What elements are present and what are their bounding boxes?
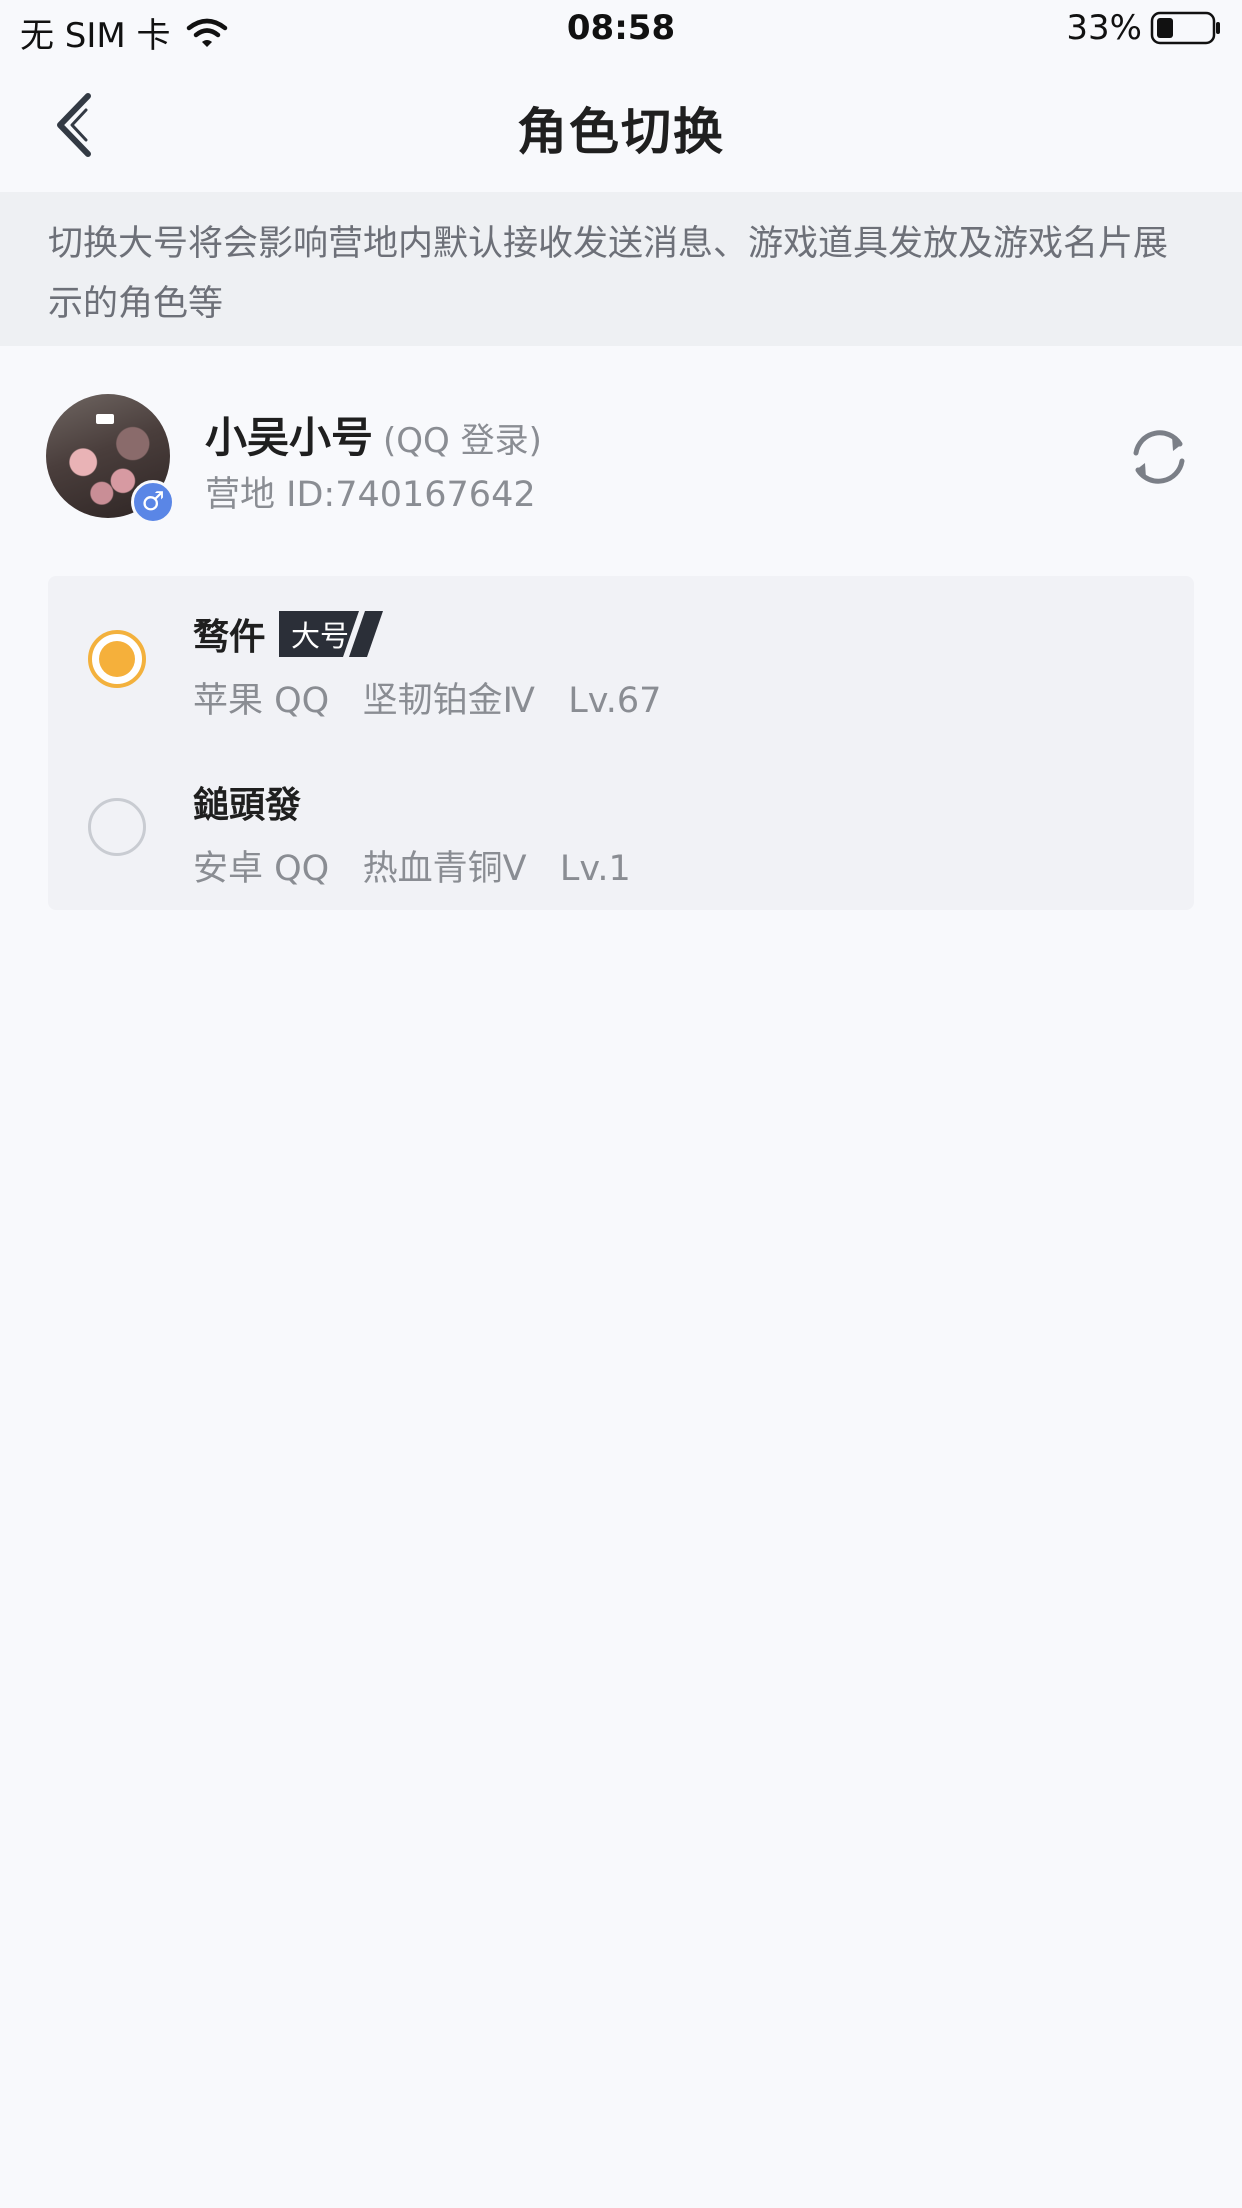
- page-title: 角色切换: [517, 103, 725, 161]
- badge-label: 大号: [291, 619, 350, 653]
- role-name-row: 鎚頭發: [193, 776, 301, 828]
- account-name-row: 小吴小号 (QQ 登录): [205, 404, 542, 465]
- avatar-decoration: [96, 414, 114, 424]
- status-right: 33%: [1066, 8, 1222, 48]
- male-gender-icon: ♂: [131, 480, 175, 524]
- main-account-badge: 大号: [279, 611, 384, 657]
- role-item-secondary[interactable]: 鎚頭發 安卓 QQ 热血青铜Ⅴ Lv.1: [48, 748, 1194, 908]
- notice-banner: 切换大号将会影响营地内默认接收发送消息、游戏道具发放及游戏名片展示的角色等: [0, 192, 1242, 346]
- nav-bar: 角色切换: [0, 62, 1242, 192]
- role-name: 骛仵: [193, 617, 266, 658]
- login-type: (QQ 登录): [383, 421, 542, 461]
- role-name: 鎚頭發: [193, 785, 302, 826]
- radio-unselected-icon[interactable]: [88, 798, 146, 856]
- account-name: 小吴小号: [205, 413, 374, 462]
- camp-id: 营地 ID:740167642: [205, 475, 536, 515]
- role-detail: 安卓 QQ 热血青铜Ⅴ Lv.1: [193, 849, 631, 889]
- account-header: ♂ 小吴小号 (QQ 登录) 营地 ID:740167642: [0, 346, 1242, 546]
- status-bar: 无 SIM 卡 08:58 33%: [0, 0, 1242, 62]
- notice-text: 切换大号将会影响营地内默认接收发送消息、游戏道具发放及游戏名片展示的角色等: [48, 224, 1169, 324]
- radio-selected-icon[interactable]: [88, 630, 146, 688]
- role-name-row: 骛仵 大号: [193, 608, 384, 660]
- status-time: 08:58: [566, 8, 676, 48]
- role-list: 骛仵 大号 苹果 QQ 坚韧铂金Ⅳ Lv.67 鎚頭發 安卓 QQ 热血青铜Ⅴ …: [48, 576, 1194, 910]
- battery-icon: [1150, 11, 1220, 45]
- refresh-icon[interactable]: [1124, 422, 1194, 492]
- role-detail: 苹果 QQ 坚韧铂金Ⅳ Lv.67: [193, 681, 662, 721]
- battery-percent: 33%: [1066, 8, 1142, 48]
- role-item-main[interactable]: 骛仵 大号 苹果 QQ 坚韧铂金Ⅳ Lv.67: [48, 580, 1194, 740]
